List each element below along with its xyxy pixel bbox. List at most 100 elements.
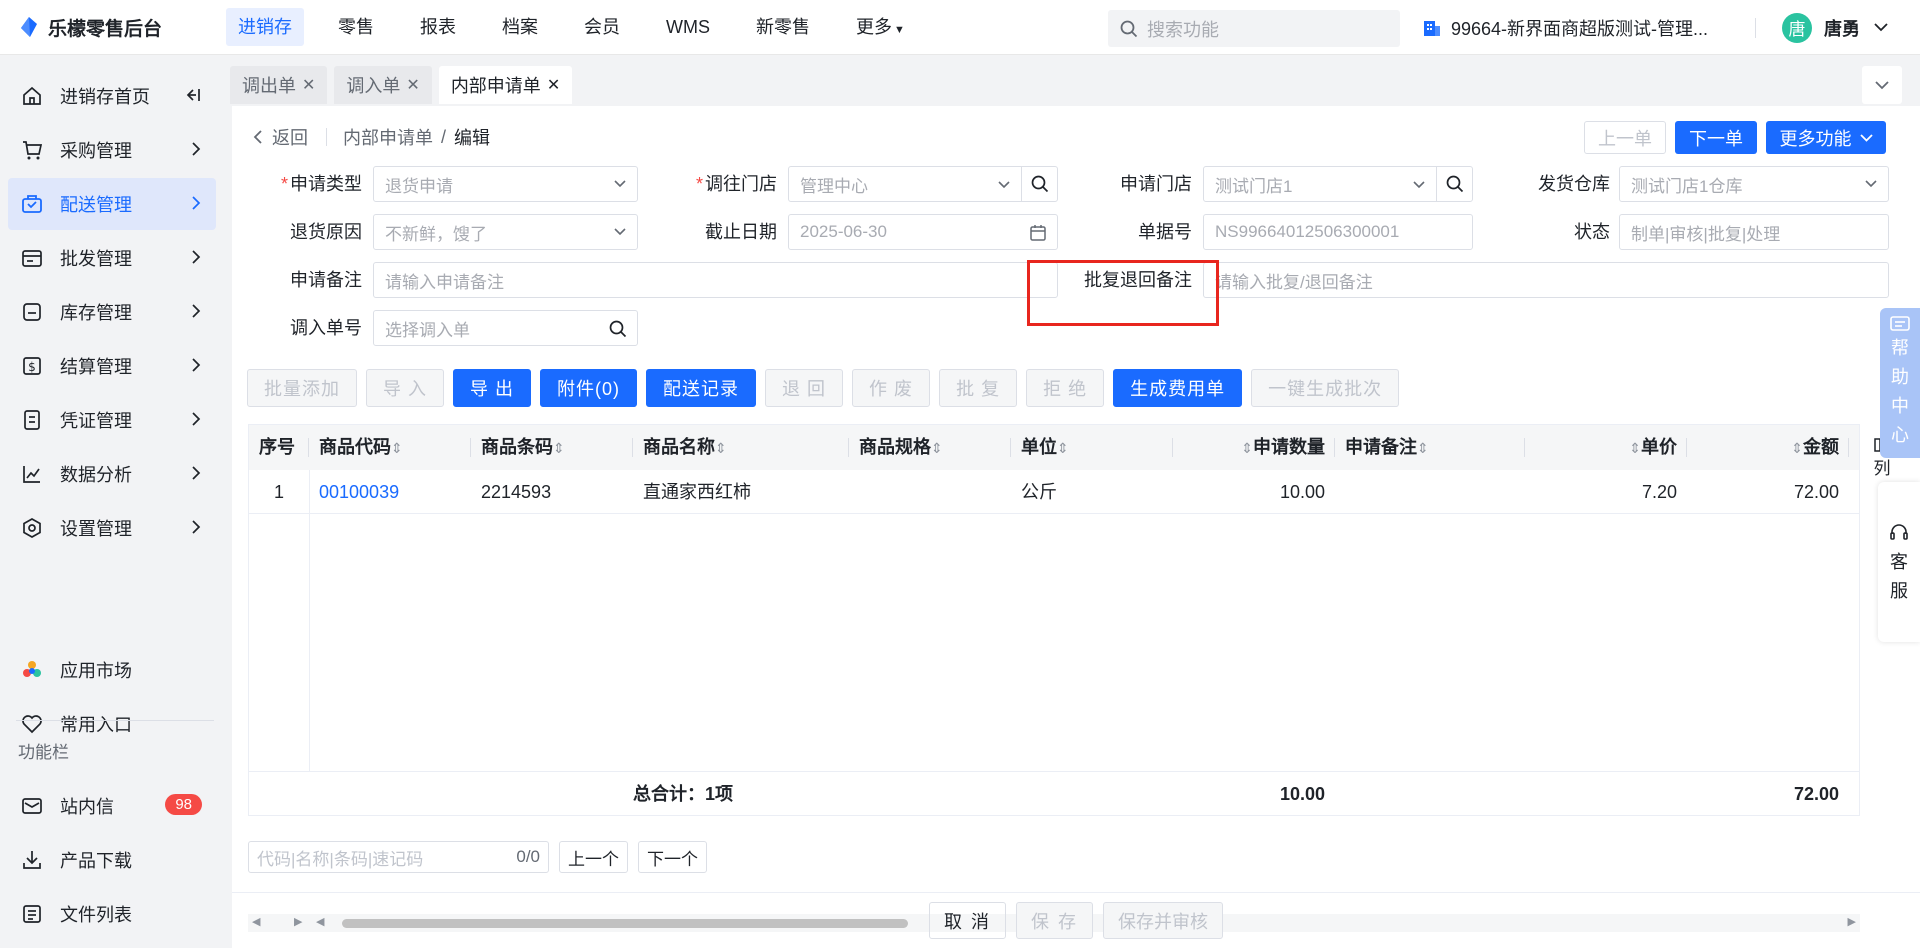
chevron-right-icon xyxy=(192,358,201,372)
export-button[interactable]: 导 出 xyxy=(453,369,532,407)
find-next-button[interactable]: 下一个 xyxy=(638,841,707,873)
return-reason-label: 退货原因 xyxy=(290,222,362,242)
find-input[interactable]: 代码|名称|条码|速记码 0/0 xyxy=(248,841,549,873)
collapse-sidebar-icon[interactable] xyxy=(184,86,202,104)
sidebar-item-inventory[interactable]: 库存管理 xyxy=(8,286,216,338)
cancel-button[interactable]: 取 消 xyxy=(928,902,1006,939)
customer-service-button[interactable]: 客 服 xyxy=(1878,482,1920,642)
table-row[interactable]: 1 00100039 2214593 直通家西红柿 公斤 10.00 7.20 … xyxy=(249,470,1859,514)
return-button[interactable]: 退 回 xyxy=(765,369,844,407)
topnav-new-retail[interactable]: 新零售 xyxy=(744,8,822,46)
sidebar-item-purchase[interactable]: 采购管理 xyxy=(8,124,216,176)
topnav-wms[interactable]: WMS xyxy=(654,8,722,46)
th-note[interactable]: 申请备注⇕ xyxy=(1335,425,1525,470)
attachment-button[interactable]: 附件(0) xyxy=(540,369,638,407)
sidebar-item-messages[interactable]: 站内信 98 xyxy=(8,780,216,832)
th-qty[interactable]: ⇕申请数量 xyxy=(1173,425,1335,470)
ship-warehouse-select[interactable]: 测试门店1仓库 xyxy=(1619,166,1889,202)
tab-transfer-in[interactable]: 调入单 ✕ xyxy=(334,66,432,104)
topnav-more[interactable]: 更多 ▼ xyxy=(844,8,917,46)
search-input[interactable]: 搜索功能 xyxy=(1108,10,1400,47)
divider xyxy=(1755,18,1756,38)
deadline-date-picker[interactable]: 2025-06-30 xyxy=(788,214,1058,250)
sort-icon: ⇕ xyxy=(1241,440,1253,456)
th-price[interactable]: ⇕单价 xyxy=(1525,425,1687,470)
store-selector[interactable]: 99664-新界面商超版测试-管理... xyxy=(1422,0,1708,55)
import-button[interactable]: 导 入 xyxy=(366,369,445,407)
th-amount[interactable]: ⇕金额 xyxy=(1687,425,1849,470)
sidebar-item-label: 数据分析 xyxy=(60,465,132,485)
calendar-icon xyxy=(1030,225,1046,241)
topnav-reports[interactable]: 报表 xyxy=(408,8,468,46)
tab-internal-request[interactable]: 内部申请单 ✕ xyxy=(438,66,573,104)
sidebar-item-app-market[interactable]: 应用市场 xyxy=(8,644,216,696)
th-spec[interactable]: 商品规格⇕ xyxy=(849,425,1011,470)
topnav-jinxiaocun[interactable]: 进销存 xyxy=(226,8,304,46)
chevron-down-icon xyxy=(1859,133,1873,142)
more-functions-button[interactable]: 更多功能 xyxy=(1766,121,1886,154)
user-menu[interactable]: 唐 唐勇 xyxy=(1782,0,1888,55)
save-and-audit-button[interactable]: 保存并审核 xyxy=(1103,902,1224,939)
status-placeholder: 制单|审核|批复|处理 xyxy=(1631,224,1781,244)
next-doc-button[interactable]: 下一单 xyxy=(1675,121,1757,154)
tabs-dropdown-button[interactable] xyxy=(1862,66,1902,104)
delivery-record-button[interactable]: 配送记录 xyxy=(646,369,757,407)
doc-no-value: NS99664012506300001 xyxy=(1215,222,1400,241)
status-field: 制单|审核|批复|处理 xyxy=(1619,214,1889,250)
apply-note-input[interactable]: 请输入申请备注 xyxy=(373,262,1058,298)
void-button[interactable]: 作 废 xyxy=(852,369,931,407)
apply-store-search-button[interactable] xyxy=(1436,167,1472,201)
generate-fee-button[interactable]: 生成费用单 xyxy=(1113,369,1243,407)
sidebar-item-settlement[interactable]: $ 结算管理 xyxy=(8,340,216,392)
search-icon xyxy=(1120,20,1138,37)
apply-store-select[interactable]: 测试门店1 xyxy=(1203,166,1473,202)
sidebar-item-label: 批发管理 xyxy=(60,249,132,269)
breadcrumb: 返回 内部申请单 / 编辑 xyxy=(252,124,490,150)
breadcrumb-parent[interactable]: 内部申请单 xyxy=(343,124,433,150)
sidebar-item-analytics[interactable]: 数据分析 xyxy=(8,448,216,500)
app-logo[interactable]: 乐檬零售后台 xyxy=(0,14,226,41)
batch-add-button[interactable]: 批量添加 xyxy=(247,369,357,407)
close-icon[interactable]: ✕ xyxy=(547,75,560,95)
help-center-button[interactable]: 帮 助 中 心 xyxy=(1880,308,1920,458)
search-icon[interactable] xyxy=(609,320,627,338)
th-name[interactable]: 商品名称⇕ xyxy=(633,425,849,470)
sidebar-item-voucher[interactable]: 凭证管理 xyxy=(8,394,216,446)
find-bar: 代码|名称|条码|速记码 0/0 上一个 下一个 xyxy=(248,841,707,873)
close-icon[interactable]: ✕ xyxy=(302,75,315,95)
footer-total-amount: 72.00 xyxy=(1793,784,1839,804)
sidebar-item-home[interactable]: 进销存首页 xyxy=(8,70,216,122)
topnav-archive[interactable]: 档案 xyxy=(490,8,550,46)
sidebar-item-download[interactable]: 产品下载 xyxy=(8,834,216,886)
find-prev-button[interactable]: 上一个 xyxy=(559,841,628,873)
reject-button[interactable]: 拒 绝 xyxy=(1026,369,1105,407)
doc-no-label: 单据号 xyxy=(1138,222,1192,242)
service-char: 服 xyxy=(1890,581,1908,601)
back-button[interactable]: 返回 xyxy=(252,124,308,150)
tab-transfer-out[interactable]: 调出单 ✕ xyxy=(230,66,328,104)
cell-unit: 公斤 xyxy=(1021,482,1057,502)
cell-qty[interactable]: 10.00 xyxy=(1173,470,1335,514)
generate-batch-button[interactable]: 一键生成批次 xyxy=(1251,369,1400,407)
apply-type-select[interactable]: 退货申请 xyxy=(373,166,638,202)
close-icon[interactable]: ✕ xyxy=(406,75,419,95)
prev-doc-button[interactable]: 上一单 xyxy=(1584,121,1666,154)
th-barcode[interactable]: 商品条码⇕ xyxy=(471,425,633,470)
th-unit[interactable]: 单位⇕ xyxy=(1011,425,1173,470)
sidebar-item-wholesale[interactable]: 批发管理 xyxy=(8,232,216,284)
target-store-search-button[interactable] xyxy=(1021,167,1057,201)
sidebar-item-files[interactable]: 文件列表 xyxy=(8,888,216,940)
transfer-in-no-input[interactable]: 选择调入单 xyxy=(373,310,638,346)
cell-note[interactable] xyxy=(1335,470,1525,514)
save-button[interactable]: 保 存 xyxy=(1016,902,1094,939)
cell-code[interactable]: 00100039 xyxy=(309,470,471,514)
topnav-member[interactable]: 会员 xyxy=(572,8,632,46)
th-code[interactable]: 商品代码⇕ xyxy=(309,425,471,470)
topnav-retail[interactable]: 零售 xyxy=(326,8,386,46)
target-store-select[interactable]: 管理中心 xyxy=(788,166,1058,202)
reply-note-input[interactable]: 请输入批复/退回备注 xyxy=(1203,262,1889,298)
sidebar-item-delivery[interactable]: 配送管理 xyxy=(8,178,216,230)
return-reason-select[interactable]: 不新鲜，馊了 xyxy=(373,214,638,250)
sidebar-item-settings[interactable]: 设置管理 xyxy=(8,502,216,554)
approve-button[interactable]: 批 复 xyxy=(939,369,1018,407)
